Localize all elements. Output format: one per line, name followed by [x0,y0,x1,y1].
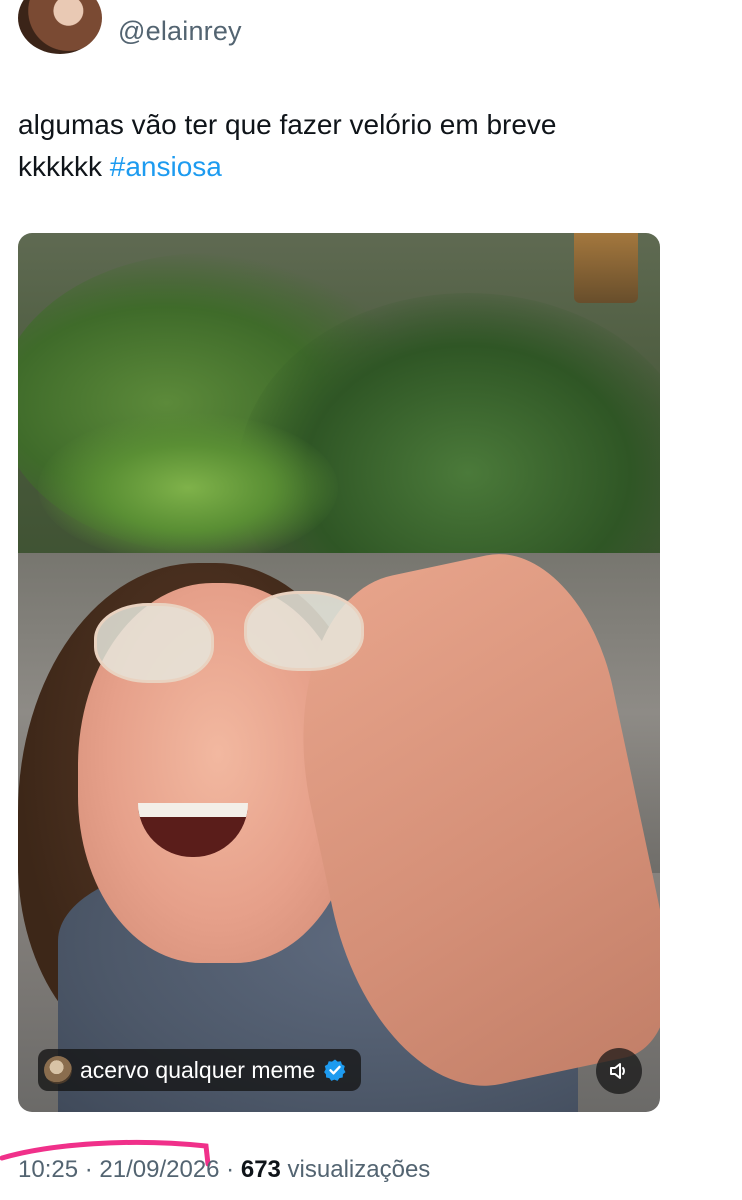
tweet-header: @elainrey [0,0,742,70]
tweet-text: algumas vão ter que fazer velório em bre… [18,104,718,188]
verified-badge-icon [324,1059,346,1081]
glasses-lens [244,591,364,671]
channel-avatar [44,1056,72,1084]
channel-name: acervo qualquer meme [80,1056,316,1083]
hashtag-link[interactable]: #ansiosa [110,151,222,182]
video-frame-foliage [38,413,338,563]
tweet-text-line-1: algumas vão ter que fazer velório em bre… [18,109,557,140]
author-handle[interactable]: @elainrey [118,16,242,47]
video-frame-lamp [574,233,638,303]
views-count: 673 [240,1156,281,1183]
mute-toggle-button[interactable] [596,1048,642,1094]
speaker-icon [610,1063,625,1079]
tweet-meta: 10:25 · 21/09/2026 · 673 visualizações [18,1156,430,1184]
tweet-time[interactable]: 10:25 [18,1156,78,1183]
meta-separator: · [78,1156,100,1183]
tweet-date[interactable]: 21/09/2026 [99,1156,219,1183]
person-glasses [94,591,364,683]
tweet-text-line-2: kkkkkk #ansiosa [18,146,718,188]
author-avatar[interactable] [18,0,102,54]
channel-attribution[interactable]: acervo qualquer meme [38,1049,362,1091]
views-label: visualizações [280,1156,431,1183]
video-frame-person [18,535,660,1112]
tweet-text-kkk: kkkkkk [18,151,110,182]
meta-separator: · [219,1156,241,1183]
glasses-lens [94,603,214,683]
video-player[interactable]: acervo qualquer meme [18,233,660,1112]
